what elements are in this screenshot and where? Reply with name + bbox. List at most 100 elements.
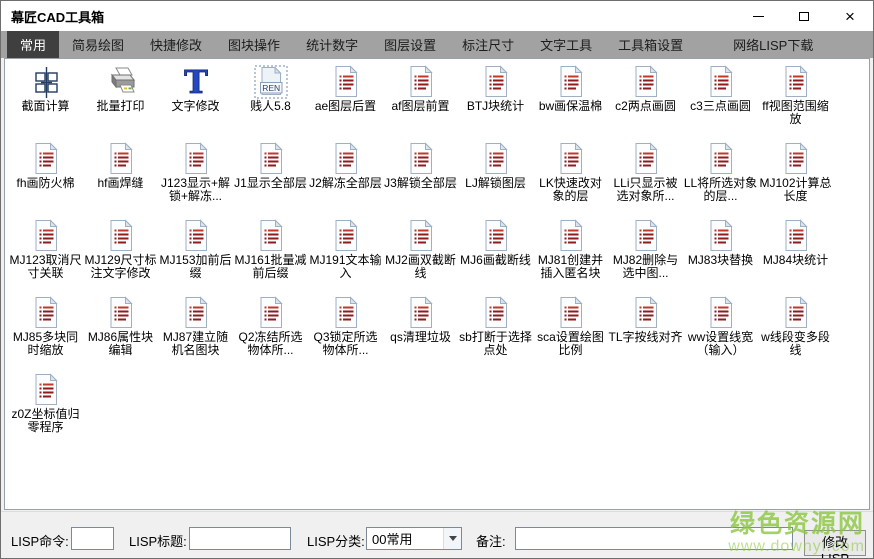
- lisp-file-icon: [404, 219, 438, 253]
- grid-item[interactable]: MJ2画双截断线: [383, 216, 458, 293]
- grid-item[interactable]: af图层前置: [383, 62, 458, 139]
- tab-item[interactable]: 文字工具: [527, 31, 605, 58]
- lisp-title-input[interactable]: [189, 527, 291, 550]
- remark-input[interactable]: [515, 527, 793, 550]
- lisp-file-icon: [704, 296, 738, 330]
- grid-item-label: w线段变多段线: [759, 331, 833, 357]
- grid-item[interactable]: qs清理垃圾: [383, 293, 458, 370]
- grid-item[interactable]: MJ84块统计: [758, 216, 833, 293]
- grid-item-label: MJ86属性块编辑: [84, 331, 158, 357]
- grid-item-label: MJ102计算总长度: [759, 177, 833, 203]
- grid-item[interactable]: 截面计算: [8, 62, 83, 139]
- tab-item[interactable]: 统计数字: [293, 31, 371, 58]
- grid-item[interactable]: J1显示全部层: [233, 139, 308, 216]
- tab-item[interactable]: 常用: [7, 31, 59, 58]
- lisp-file-icon: [29, 373, 63, 407]
- lisp-command-label: LISP命令:: [11, 531, 69, 550]
- grid-item[interactable]: hf画焊缝: [83, 139, 158, 216]
- close-icon[interactable]: ×: [827, 1, 873, 31]
- svg-text:REN: REN: [262, 83, 280, 93]
- grid-item-label: MJ191文本输入: [309, 254, 383, 280]
- tab-item[interactable]: 网络LISP下载: [720, 31, 826, 58]
- tab-item[interactable]: 标注尺寸: [449, 31, 527, 58]
- grid-item[interactable]: J123显示+解锁+解冻...: [158, 139, 233, 216]
- lisp-command-input[interactable]: [71, 527, 114, 550]
- grid-item[interactable]: T 文字修改: [158, 62, 233, 139]
- grid-item[interactable]: J3解锁全部层: [383, 139, 458, 216]
- window-title: 幕匠CAD工具箱: [1, 7, 104, 26]
- grid-item[interactable]: sca设置绘图比例: [533, 293, 608, 370]
- grid-item[interactable]: MJ86属性块编辑: [83, 293, 158, 370]
- grid-item-label: LJ解锁图层: [465, 177, 526, 190]
- chevron-down-icon[interactable]: [443, 528, 461, 549]
- grid-item[interactable]: LL将所选对象的层...: [683, 139, 758, 216]
- grid-item[interactable]: REN 贱人5.8: [233, 62, 308, 139]
- grid-item[interactable]: MJ85多块同时缩放: [8, 293, 83, 370]
- lisp-category-select[interactable]: 00常用: [366, 527, 462, 550]
- grid-item[interactable]: LLi只显示被选对象所...: [608, 139, 683, 216]
- modify-lisp-button[interactable]: 修改LISP: [804, 530, 866, 556]
- tab-item[interactable]: 快捷修改: [137, 31, 215, 58]
- grid-item-label: MJ123取消尺寸关联: [9, 254, 83, 280]
- lisp-category-label: LISP分类:: [307, 531, 365, 550]
- grid-item[interactable]: ww设置线宽（输入）: [683, 293, 758, 370]
- grid-item[interactable]: z0Z坐标值归零程序: [8, 370, 83, 447]
- grid-item-label: BTJ块统计: [467, 100, 524, 113]
- grid-item-label: af图层前置: [391, 100, 449, 113]
- grid-item[interactable]: c3三点画圆: [683, 62, 758, 139]
- grid-item[interactable]: bw画保温棉: [533, 62, 608, 139]
- grid-item-label: c3三点画圆: [690, 100, 751, 113]
- lisp-file-icon: [29, 296, 63, 330]
- lisp-file-icon: [554, 219, 588, 253]
- grid-item-label: LLi只显示被选对象所...: [609, 177, 683, 203]
- grid-item-label: MJ87建立随机名图块: [159, 331, 233, 357]
- grid-item-label: z0Z坐标值归零程序: [9, 408, 83, 434]
- grid-item-label: MJ83块替换: [688, 254, 753, 267]
- grid-item[interactable]: Q3锁定所选物体所...: [308, 293, 383, 370]
- grid-item[interactable]: sb打断于选择点处: [458, 293, 533, 370]
- tool-panel: 截面计算 批量打印 T 文字修改 REN 贱人5.8 ae图层后置 af图层前置: [4, 58, 870, 510]
- grid-item-label: sb打断于选择点处: [459, 331, 533, 357]
- grid-item[interactable]: ae图层后置: [308, 62, 383, 139]
- grid-item[interactable]: MJ82删除与选中图...: [608, 216, 683, 293]
- grid-item[interactable]: J2解冻全部层: [308, 139, 383, 216]
- grid-item-label: J123显示+解锁+解冻...: [159, 177, 233, 203]
- grid-item[interactable]: LJ解锁图层: [458, 139, 533, 216]
- grid-item[interactable]: MJ153加前后缀: [158, 216, 233, 293]
- lisp-file-icon: [629, 65, 663, 99]
- grid-item-label: MJ81创建并插入匿名块: [534, 254, 608, 280]
- maximize-icon[interactable]: [781, 1, 827, 31]
- grid-item-label: MJ2画双截断线: [384, 254, 458, 280]
- grid-item[interactable]: MJ87建立随机名图块: [158, 293, 233, 370]
- grid-item[interactable]: fh画防火棉: [8, 139, 83, 216]
- grid-item[interactable]: MJ6画截断线: [458, 216, 533, 293]
- grid-item[interactable]: MJ81创建并插入匿名块: [533, 216, 608, 293]
- lisp-file-icon: [104, 296, 138, 330]
- grid-item[interactable]: MJ102计算总长度: [758, 139, 833, 216]
- grid-item[interactable]: MJ129尺寸标注文字修改: [83, 216, 158, 293]
- grid-item[interactable]: c2两点画圆: [608, 62, 683, 139]
- grid-item[interactable]: MJ191文本输入: [308, 216, 383, 293]
- tab-item[interactable]: 图层设置: [371, 31, 449, 58]
- grid-item[interactable]: BTJ块统计: [458, 62, 533, 139]
- grid-item-label: ae图层后置: [315, 100, 376, 113]
- grid-item[interactable]: w线段变多段线: [758, 293, 833, 370]
- grid-item[interactable]: LK快速改对象的层: [533, 139, 608, 216]
- tab-item[interactable]: 图块操作: [215, 31, 293, 58]
- grid-item-label: MJ153加前后缀: [159, 254, 233, 280]
- grid-item[interactable]: MJ83块替换: [683, 216, 758, 293]
- grid-item[interactable]: ff视图范围缩放: [758, 62, 833, 139]
- tab-item[interactable]: 工具箱设置: [605, 31, 696, 58]
- lisp-file-icon: [554, 142, 588, 176]
- grid-item-label: Q2冻结所选物体所...: [234, 331, 308, 357]
- grid-item[interactable]: TL字按线对齐: [608, 293, 683, 370]
- lisp-file-icon: [104, 219, 138, 253]
- grid-item-label: c2两点画圆: [615, 100, 676, 113]
- grid-item[interactable]: Q2冻结所选物体所...: [233, 293, 308, 370]
- grid-item-label: J1显示全部层: [234, 177, 307, 190]
- tab-item[interactable]: 简易绘图: [59, 31, 137, 58]
- minimize-icon[interactable]: [735, 1, 781, 31]
- grid-item[interactable]: MJ161批量减前后缀: [233, 216, 308, 293]
- grid-item[interactable]: 批量打印: [83, 62, 158, 139]
- grid-item[interactable]: MJ123取消尺寸关联: [8, 216, 83, 293]
